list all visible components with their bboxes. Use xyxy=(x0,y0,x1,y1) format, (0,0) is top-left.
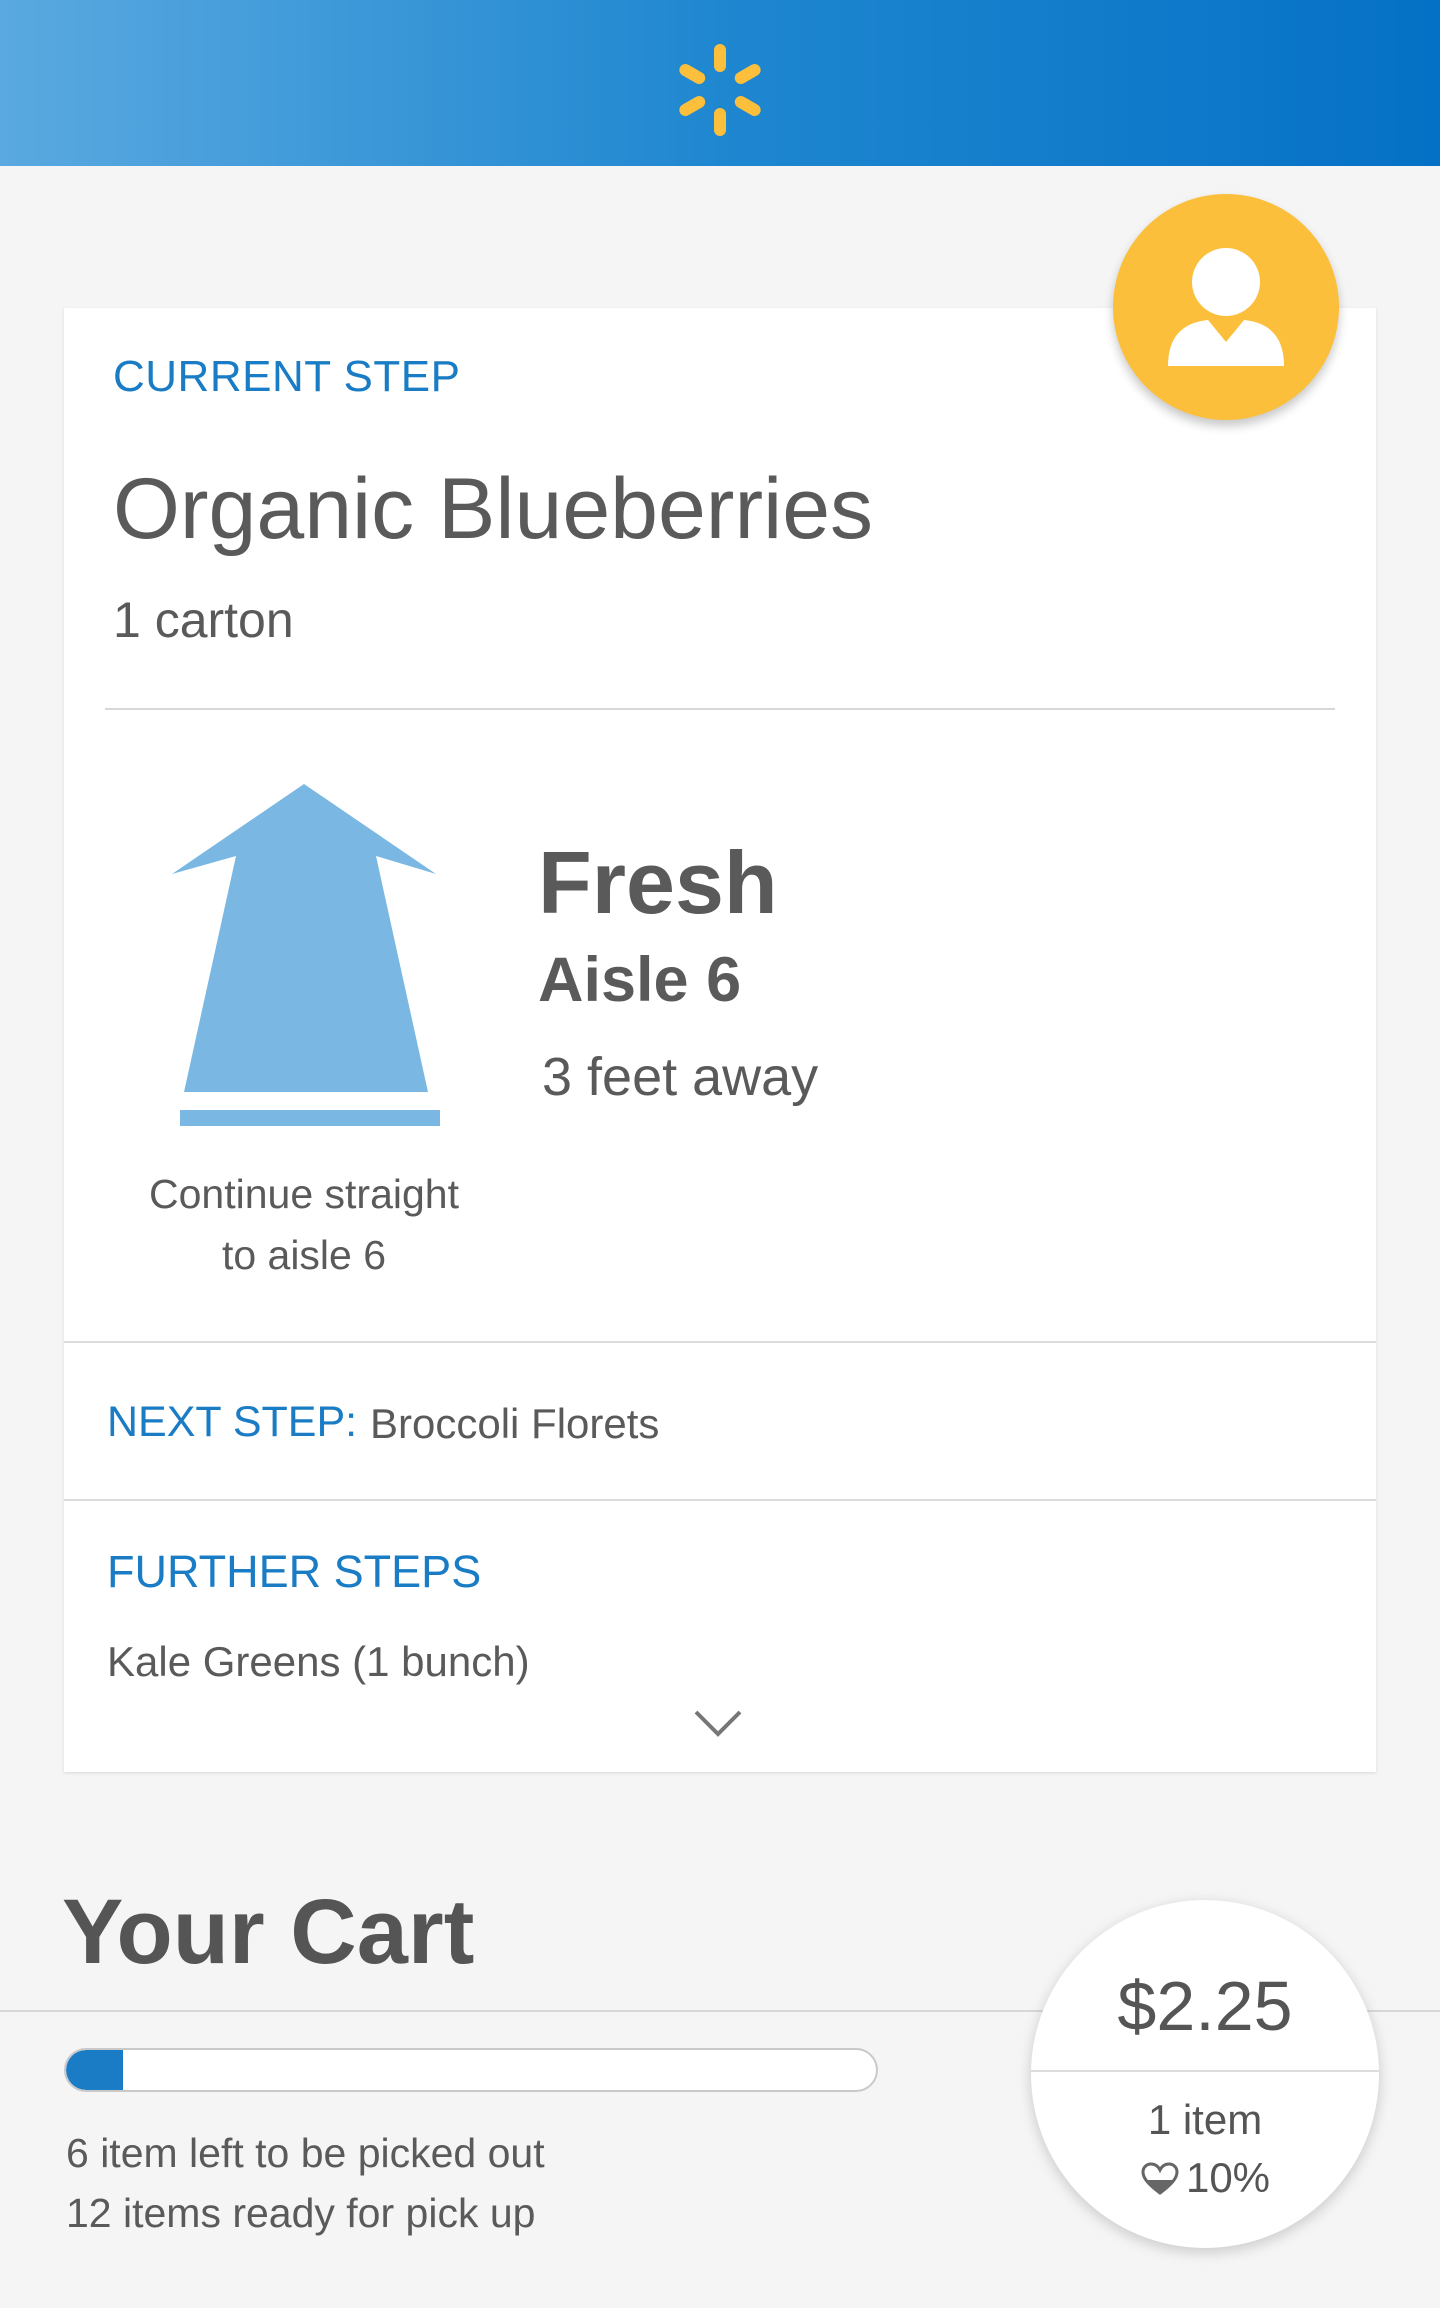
user-icon xyxy=(1168,248,1284,366)
walmart-spark-icon xyxy=(679,44,761,136)
heart-icon xyxy=(1141,2162,1179,2195)
cart-title: Your Cart xyxy=(62,1881,475,1983)
items-left-text: 6 item left to be picked out xyxy=(66,2130,545,2176)
health-percent-row: 10% xyxy=(1031,2154,1379,2202)
chevron-down-icon[interactable] xyxy=(690,1704,746,1740)
further-step-item[interactable]: Kale Greens (1 bunch) xyxy=(107,1638,530,1686)
items-ready-text: 12 items ready for pick up xyxy=(66,2190,536,2236)
straight-arrow-icon xyxy=(172,784,440,1126)
pick-progress-fill xyxy=(66,2050,123,2090)
cart-total-price: $2.25 xyxy=(1117,1967,1293,2045)
current-step-card: CURRENT STEP Organic Blueberries 1 carto… xyxy=(64,308,1376,1772)
divider xyxy=(1031,2070,1379,2072)
instruction-line: to aisle 6 xyxy=(221,1232,387,1278)
next-step-item[interactable]: Broccoli Florets xyxy=(370,1400,659,1448)
cart-total-badge[interactable]: $2.25 1 item 10% xyxy=(1031,1900,1379,2248)
aisle-number: Aisle 6 xyxy=(538,945,742,1015)
department-name: Fresh xyxy=(538,833,778,932)
instruction-line: Continue straight xyxy=(149,1171,459,1217)
next-step-label: NEXT STEP: xyxy=(107,1398,358,1446)
app-header xyxy=(0,0,1440,166)
further-steps-label: FURTHER STEPS xyxy=(107,1546,482,1597)
profile-button[interactable] xyxy=(1113,194,1339,420)
divider xyxy=(64,1341,1376,1343)
divider xyxy=(64,1499,1376,1501)
health-percent: 10% xyxy=(1185,2154,1271,2201)
distance-text: 3 feet away xyxy=(542,1047,819,1107)
current-item-name: Organic Blueberries xyxy=(113,461,874,557)
divider xyxy=(105,708,1335,710)
pick-progress-bar xyxy=(64,2048,878,2092)
direction-instruction: Continue straight to aisle 6 xyxy=(124,1164,484,1286)
cart-item-count: 1 item xyxy=(1147,2096,1263,2143)
current-item-quantity: 1 carton xyxy=(113,592,294,648)
current-step-label: CURRENT STEP xyxy=(113,352,461,401)
